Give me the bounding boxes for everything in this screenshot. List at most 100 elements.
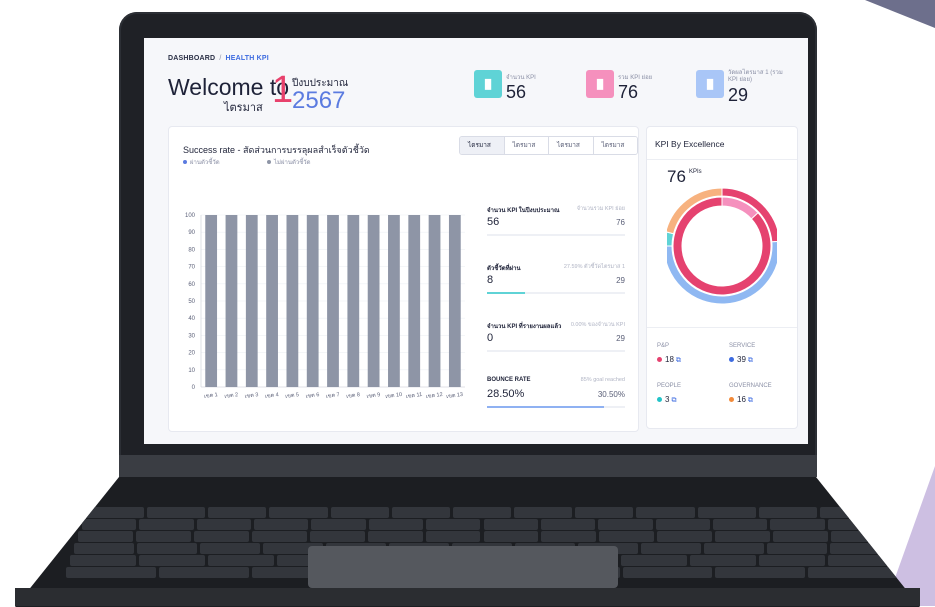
- bar: [367, 215, 380, 387]
- bar: [408, 215, 421, 387]
- y-tick-label: 80: [188, 247, 195, 253]
- kpi-block-label: จำนวน KPI ที่รายงานผลแล้ว: [487, 324, 562, 330]
- external-link-icon[interactable]: ⧉: [676, 357, 681, 364]
- group-label-people: PEOPLE: [657, 383, 682, 389]
- laptop-front-edge: [15, 588, 920, 606]
- kpi-progress-fill: [487, 406, 605, 408]
- keyboard-key: [78, 531, 133, 542]
- y-tick-label: 70: [188, 265, 195, 271]
- group-value-pp: 18 ⧉: [657, 355, 681, 365]
- keyboard-row: [65, 507, 900, 519]
- stat-icon-box: ▐▌: [586, 70, 614, 98]
- bar-chart-icon: ▐▌: [593, 79, 607, 89]
- keyboard-key: [541, 531, 597, 542]
- bar-chart-icon: ▐▌: [481, 79, 495, 89]
- y-tick-label: 90: [188, 230, 195, 236]
- stat-icon-box: ▐▌: [474, 70, 502, 98]
- keyboard-key: [828, 555, 894, 566]
- kpi-progress-track: [487, 234, 625, 236]
- keyboard-key: [74, 543, 134, 554]
- keyboard-key: [208, 507, 267, 518]
- keyboard-key: [330, 507, 389, 518]
- kpi-progress-fill: [487, 292, 526, 294]
- kpi-block-sub: 0.00% ของจำนวน KPI: [570, 322, 625, 328]
- keyboard-key: [251, 531, 307, 542]
- bar: [306, 215, 319, 387]
- x-tick-label: เขต 12: [426, 392, 444, 400]
- keyboard-key: [830, 543, 890, 554]
- keyboard-key: [759, 555, 826, 566]
- x-tick-label: เขต 5: [285, 392, 300, 400]
- keyboard-row: [65, 531, 900, 543]
- kpi-excellence-card: KPI By Excellence 76 KPIs P&P 18 ⧉ SERVIC…: [646, 126, 798, 429]
- group-dot: [729, 357, 734, 363]
- bar: [205, 215, 218, 387]
- kpi-block-label: BOUNCE RATE: [487, 377, 531, 383]
- trackpad: [308, 546, 618, 588]
- group-count: 16: [737, 395, 746, 404]
- legend-fail: ไม่ผ่านตัวชี้วัด: [267, 157, 311, 167]
- keyboard-key: [254, 519, 309, 530]
- keyboard-key: [70, 555, 136, 566]
- x-tick-label: เขต 13: [446, 392, 464, 400]
- external-link-icon[interactable]: ⧉: [748, 397, 753, 404]
- kpi-block-value: 28.50%: [487, 388, 525, 400]
- y-tick-label: 40: [188, 316, 195, 322]
- group-dot: [657, 397, 662, 403]
- excellence-unit: KPIs: [689, 169, 702, 175]
- keyboard-key: [715, 531, 771, 542]
- legend-label: ผ่านตัวชี้วัด: [190, 160, 220, 166]
- keyboard-key: [391, 507, 450, 518]
- keyboard-row: [65, 519, 900, 531]
- keyboard-key: [200, 543, 260, 554]
- keyboard-key: [82, 519, 137, 530]
- keyboard-key: [819, 507, 878, 518]
- stat-value: 76: [618, 82, 639, 102]
- y-tick-label: 10: [188, 368, 195, 374]
- bar: [327, 215, 339, 387]
- keyboard-key: [831, 531, 886, 542]
- x-tick-label: เขต 9: [366, 392, 381, 400]
- stat-label: จำนวน KPI: [506, 75, 536, 81]
- keyboard-key: [368, 519, 424, 530]
- kpi-block-total: 29: [616, 276, 625, 285]
- keyboard-key: [575, 507, 634, 518]
- group-count: 39: [737, 355, 746, 364]
- breadcrumb: DASHBOARD / HEALTH KPI: [168, 55, 269, 62]
- tab-quarter-3[interactable]: ไตรมาส 3: [549, 137, 594, 154]
- excellence-title: KPI By Excellence: [655, 139, 725, 149]
- corner-decoration: [865, 0, 935, 28]
- welcome-quarter-label: ไตรมาส: [224, 102, 263, 114]
- x-tick-label: เขต 2: [224, 392, 239, 400]
- stat-icon-box: ▐▌: [696, 70, 724, 98]
- keyboard-key: [425, 531, 481, 542]
- keyboard-key: [715, 567, 806, 578]
- breadcrumb-health-kpi[interactable]: HEALTH KPI: [225, 55, 268, 62]
- keyboard-key: [697, 507, 756, 518]
- keyboard-key: [66, 567, 156, 578]
- keyboard-key: [137, 543, 197, 554]
- keyboard-key: [712, 519, 768, 530]
- bar: [388, 215, 400, 387]
- tab-quarter-4[interactable]: ไตรมาส 4: [593, 137, 637, 154]
- y-tick-label: 60: [188, 282, 195, 288]
- external-link-icon[interactable]: ⧉: [671, 397, 676, 404]
- stat-label: รวม KPI ย่อย: [618, 75, 653, 81]
- success-rate-title: Success rate - สัดส่วนการบรรลุผลสำเร็จตั…: [183, 145, 370, 155]
- keyboard-key: [770, 519, 825, 530]
- x-tick-label: เขต 4: [265, 392, 280, 400]
- external-link-icon[interactable]: ⧉: [748, 357, 753, 364]
- success-rate-card: Success rate - สัดส่วนการบรรลุผลสำเร็จตั…: [168, 126, 639, 432]
- tab-quarter-2[interactable]: ไตรมาส 2: [504, 137, 549, 154]
- x-tick-label: เขต 7: [326, 392, 341, 400]
- legend-dot: [183, 160, 187, 165]
- x-tick-label: เขต 8: [346, 392, 361, 400]
- breadcrumb-dashboard[interactable]: DASHBOARD: [168, 55, 215, 62]
- excellence-donut-chart: [667, 187, 777, 305]
- keyboard-key: [193, 531, 249, 542]
- keyboard-key: [690, 555, 757, 566]
- keyboard-key: [704, 543, 764, 554]
- keyboard-key: [655, 519, 710, 530]
- tab-quarter-1[interactable]: ไตรมาส 1: [460, 137, 505, 154]
- group-count: 3: [665, 395, 670, 404]
